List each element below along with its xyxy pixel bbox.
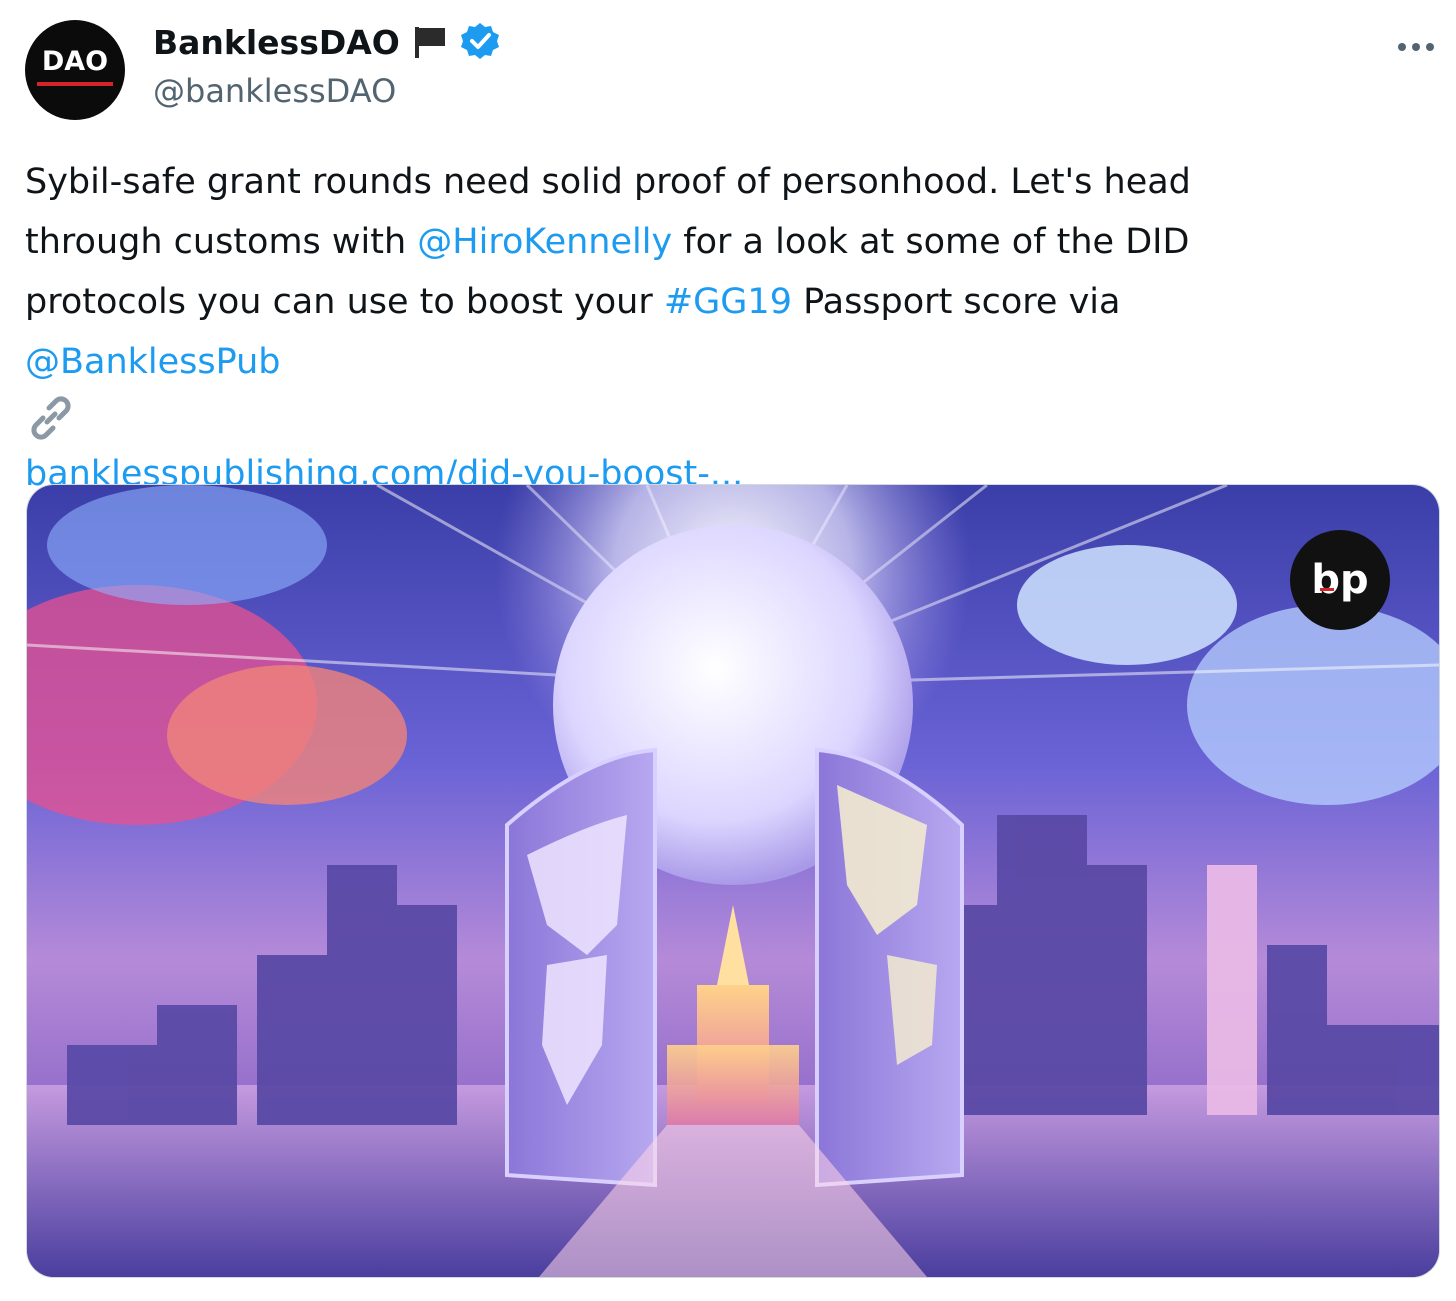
tweet-line-2: through customs with @HiroKennelly for a… xyxy=(25,212,1425,272)
mention-banklesspub-link[interactable]: @BanklessPub xyxy=(25,342,281,382)
author-name-row: BanklessDAO xyxy=(153,20,500,64)
more-horizontal-icon xyxy=(1396,37,1436,56)
tweet-text: Sybil-safe grant rounds need solid proof… xyxy=(25,152,1425,504)
bankless-publishing-badge: bp xyxy=(1290,530,1390,630)
badge-text: bp xyxy=(1311,557,1369,603)
tweet-text-segment: protocols you can use to boost your xyxy=(25,282,664,322)
hashtag-gg19-link[interactable]: #GG19 xyxy=(664,282,792,322)
tweet-text-segment: Passport score via xyxy=(791,282,1121,322)
tweet-line-3: protocols you can use to boost your #GG1… xyxy=(25,272,1425,332)
avatar-text: DAO xyxy=(41,46,109,77)
avatar[interactable]: DAO xyxy=(25,20,125,120)
display-name[interactable]: BanklessDAO xyxy=(153,23,400,62)
tweet-line-4: @BanklessPub xyxy=(25,332,1425,392)
mention-hirokennelly-link[interactable]: @HiroKennelly xyxy=(417,222,672,262)
badge-underline xyxy=(1320,588,1334,591)
tweet-line-1: Sybil-safe grant rounds need solid proof… xyxy=(25,162,1191,202)
tweet-text-segment: through customs with xyxy=(25,222,418,262)
tweet-media-image[interactable] xyxy=(26,484,1440,1278)
avatar-underline xyxy=(37,82,113,86)
author-handle[interactable]: @banklessDAO xyxy=(153,72,396,110)
illustration-world-gates-city xyxy=(27,485,1439,1277)
tweet-card: DAO BanklessDAO @banklessDAO Sybil-safe … xyxy=(0,0,1456,1301)
more-options-button[interactable] xyxy=(1392,28,1440,64)
verified-badge-icon[interactable] xyxy=(460,22,500,62)
tweet-text-segment: for a look at some of the DID xyxy=(672,222,1190,262)
link-icon xyxy=(25,392,1425,444)
black-flag-icon xyxy=(412,25,448,59)
